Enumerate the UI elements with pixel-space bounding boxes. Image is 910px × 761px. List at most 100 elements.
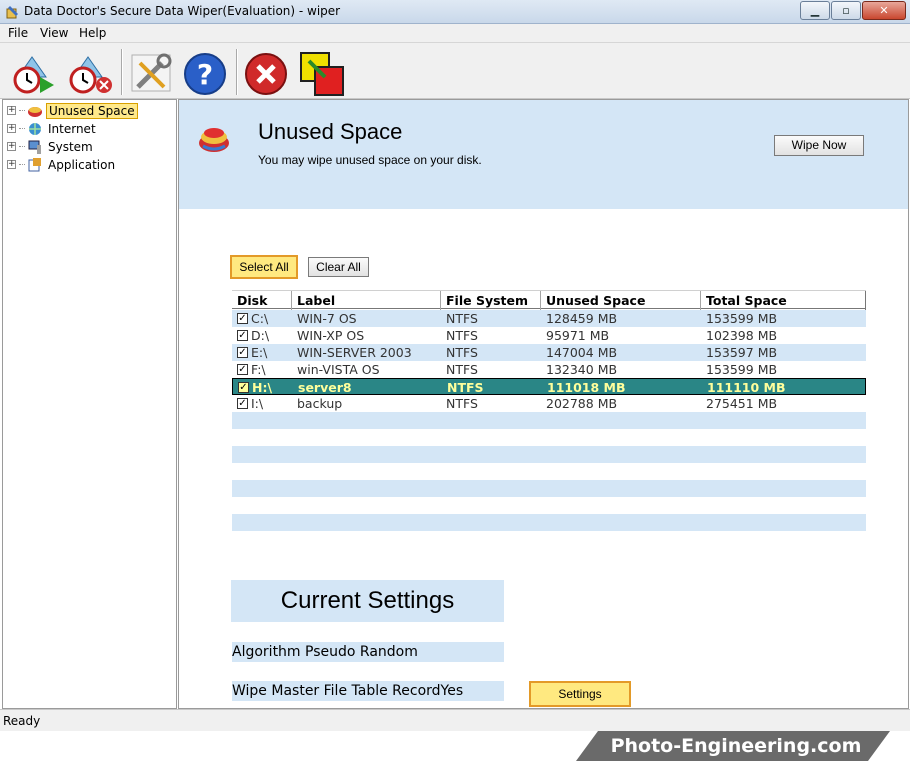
clear-all-button[interactable]: Clear All bbox=[308, 257, 369, 277]
window-title: Data Doctor's Secure Data Wiper(Evaluati… bbox=[24, 4, 341, 18]
navigation-tree: + Unused Space + Internet + System + App… bbox=[2, 99, 177, 709]
status-text: Ready bbox=[3, 714, 41, 728]
select-all-button[interactable]: Select All bbox=[230, 255, 298, 279]
empty-row bbox=[232, 480, 866, 497]
settings-button[interactable]: Settings bbox=[529, 681, 631, 707]
table-row[interactable]: ✓ H:\ server8 NTFS 111018 MB 111110 MB bbox=[232, 378, 866, 395]
label-cell: WIN-7 OS bbox=[297, 311, 357, 326]
wipe-schedule-icon[interactable] bbox=[10, 47, 60, 97]
file-system-cell: NTFS bbox=[446, 396, 478, 411]
unused-space-cell: 132340 MB bbox=[546, 362, 618, 377]
expand-icon[interactable]: + bbox=[7, 142, 16, 151]
page-title: Unused Space bbox=[258, 119, 403, 144]
total-space-cell: 102398 MB bbox=[706, 328, 778, 343]
total-space-cell: 153597 MB bbox=[706, 345, 778, 360]
file-system-cell: NTFS bbox=[446, 362, 478, 377]
unused-space-cell: 128459 MB bbox=[546, 311, 618, 326]
tree-label: Unused Space bbox=[46, 102, 138, 119]
tree-label: Internet bbox=[48, 121, 96, 136]
menu-view[interactable]: View bbox=[40, 26, 68, 40]
svg-text:?: ? bbox=[197, 58, 213, 91]
current-settings-title: Current Settings bbox=[231, 580, 504, 622]
minimize-button[interactable]: ▁ bbox=[800, 1, 830, 20]
unused-space-cell: 202788 MB bbox=[546, 396, 618, 411]
tree-label: Application bbox=[48, 157, 116, 172]
switch-icon[interactable] bbox=[297, 47, 347, 97]
disk-cell: E:\ bbox=[251, 345, 268, 360]
expand-icon[interactable]: + bbox=[7, 124, 16, 133]
main-panel: Unused Space You may wipe unused space o… bbox=[178, 99, 909, 709]
menu-help[interactable]: Help bbox=[79, 26, 106, 40]
file-system-cell: NTFS bbox=[446, 311, 478, 326]
maximize-button[interactable]: ▫ bbox=[831, 1, 861, 20]
wipe-now-button[interactable]: Wipe Now bbox=[774, 135, 864, 156]
settings-tools-icon[interactable] bbox=[126, 47, 176, 97]
cancel-schedule-icon[interactable] bbox=[66, 47, 116, 97]
table-header: Disk Label File System Unused Space Tota… bbox=[232, 290, 866, 310]
disk-cell: D:\ bbox=[251, 328, 270, 343]
total-space-cell: 153599 MB bbox=[706, 362, 778, 377]
label-cell: WIN-XP OS bbox=[297, 328, 365, 343]
toolbar-separator bbox=[236, 49, 238, 95]
column-header-unused-space[interactable]: Unused Space bbox=[541, 291, 701, 310]
total-space-cell: 111110 MB bbox=[707, 380, 786, 395]
tree-item-internet[interactable]: + Internet bbox=[7, 120, 98, 137]
empty-row bbox=[232, 514, 866, 531]
table-row[interactable]: ✓ C:\ WIN-7 OS NTFS 128459 MB 153599 MB bbox=[232, 310, 866, 327]
algorithm-setting: Algorithm Pseudo Random bbox=[232, 642, 504, 662]
header-banner: Unused Space You may wipe unused space o… bbox=[179, 100, 908, 209]
label-cell: WIN-SERVER 2003 bbox=[297, 345, 412, 360]
disk-cell: F:\ bbox=[251, 362, 266, 377]
total-space-cell: 153599 MB bbox=[706, 311, 778, 326]
toolbar-separator bbox=[121, 49, 123, 95]
column-header-total-space[interactable]: Total Space bbox=[701, 291, 866, 310]
row-checkbox[interactable]: ✓ bbox=[237, 330, 248, 341]
table-row[interactable]: ✓ F:\ win-VISTA OS NTFS 132340 MB 153599 MB bbox=[232, 361, 866, 378]
tree-item-application[interactable]: + Application bbox=[7, 156, 117, 173]
label-cell: win-VISTA OS bbox=[297, 362, 380, 377]
unused-space-cell: 147004 MB bbox=[546, 345, 618, 360]
column-header-disk[interactable]: Disk bbox=[232, 291, 292, 310]
watermark-banner: Photo-Engineering.com bbox=[576, 731, 890, 761]
close-button[interactable]: ✕ bbox=[862, 1, 906, 20]
disk-wipe-icon bbox=[28, 106, 42, 117]
watermark-text: Photo-Engineering.com bbox=[611, 735, 862, 757]
unused-space-cell: 95971 MB bbox=[546, 328, 610, 343]
disk-cell: I:\ bbox=[251, 396, 264, 411]
disk-cell: C:\ bbox=[251, 311, 269, 326]
expand-icon[interactable]: + bbox=[7, 160, 16, 169]
application-icon bbox=[28, 157, 41, 171]
row-checkbox[interactable]: ✓ bbox=[237, 364, 248, 375]
disk-cell: H:\ bbox=[252, 380, 273, 395]
column-header-file-system[interactable]: File System bbox=[441, 291, 541, 310]
expand-icon[interactable]: + bbox=[7, 106, 16, 115]
column-header-label[interactable]: Label bbox=[292, 291, 441, 310]
help-icon[interactable]: ? bbox=[180, 47, 230, 97]
tree-item-unused-space[interactable]: + Unused Space bbox=[7, 102, 138, 119]
label-cell: server8 bbox=[298, 380, 352, 395]
exit-icon[interactable] bbox=[241, 47, 291, 97]
tree-item-system[interactable]: + System bbox=[7, 138, 95, 155]
row-checkbox[interactable]: ✓ bbox=[237, 398, 248, 409]
mft-setting: Wipe Master File Table RecordYes bbox=[232, 681, 504, 701]
page-subtitle: You may wipe unused space on your disk. bbox=[258, 153, 482, 167]
tree-label: System bbox=[48, 139, 93, 154]
table-row[interactable]: ✓ E:\ WIN-SERVER 2003 NTFS 147004 MB 153597 M… bbox=[232, 344, 866, 361]
window-controls: ▁ ▫ ✕ bbox=[799, 1, 906, 21]
unused-space-cell: 111018 MB bbox=[547, 380, 626, 395]
status-bar: Ready bbox=[0, 709, 910, 731]
file-system-cell: NTFS bbox=[446, 345, 478, 360]
menu-file[interactable]: File bbox=[8, 26, 28, 40]
toolbar: ? bbox=[0, 43, 910, 99]
table-row[interactable]: ✓ I:\ backup NTFS 202788 MB 275451 MB bbox=[232, 395, 866, 412]
total-space-cell: 275451 MB bbox=[706, 396, 778, 411]
file-system-cell: NTFS bbox=[447, 380, 484, 395]
row-checkbox[interactable]: ✓ bbox=[237, 313, 248, 324]
title-bar: Data Doctor's Secure Data Wiper(Evaluati… bbox=[0, 0, 910, 24]
row-checkbox[interactable]: ✓ bbox=[237, 347, 248, 358]
app-icon bbox=[6, 6, 18, 19]
computer-icon bbox=[28, 140, 41, 154]
table-row[interactable]: ✓ D:\ WIN-XP OS NTFS 95971 MB 102398 MB bbox=[232, 327, 866, 344]
row-checkbox[interactable]: ✓ bbox=[238, 382, 249, 393]
file-system-cell: NTFS bbox=[446, 328, 478, 343]
